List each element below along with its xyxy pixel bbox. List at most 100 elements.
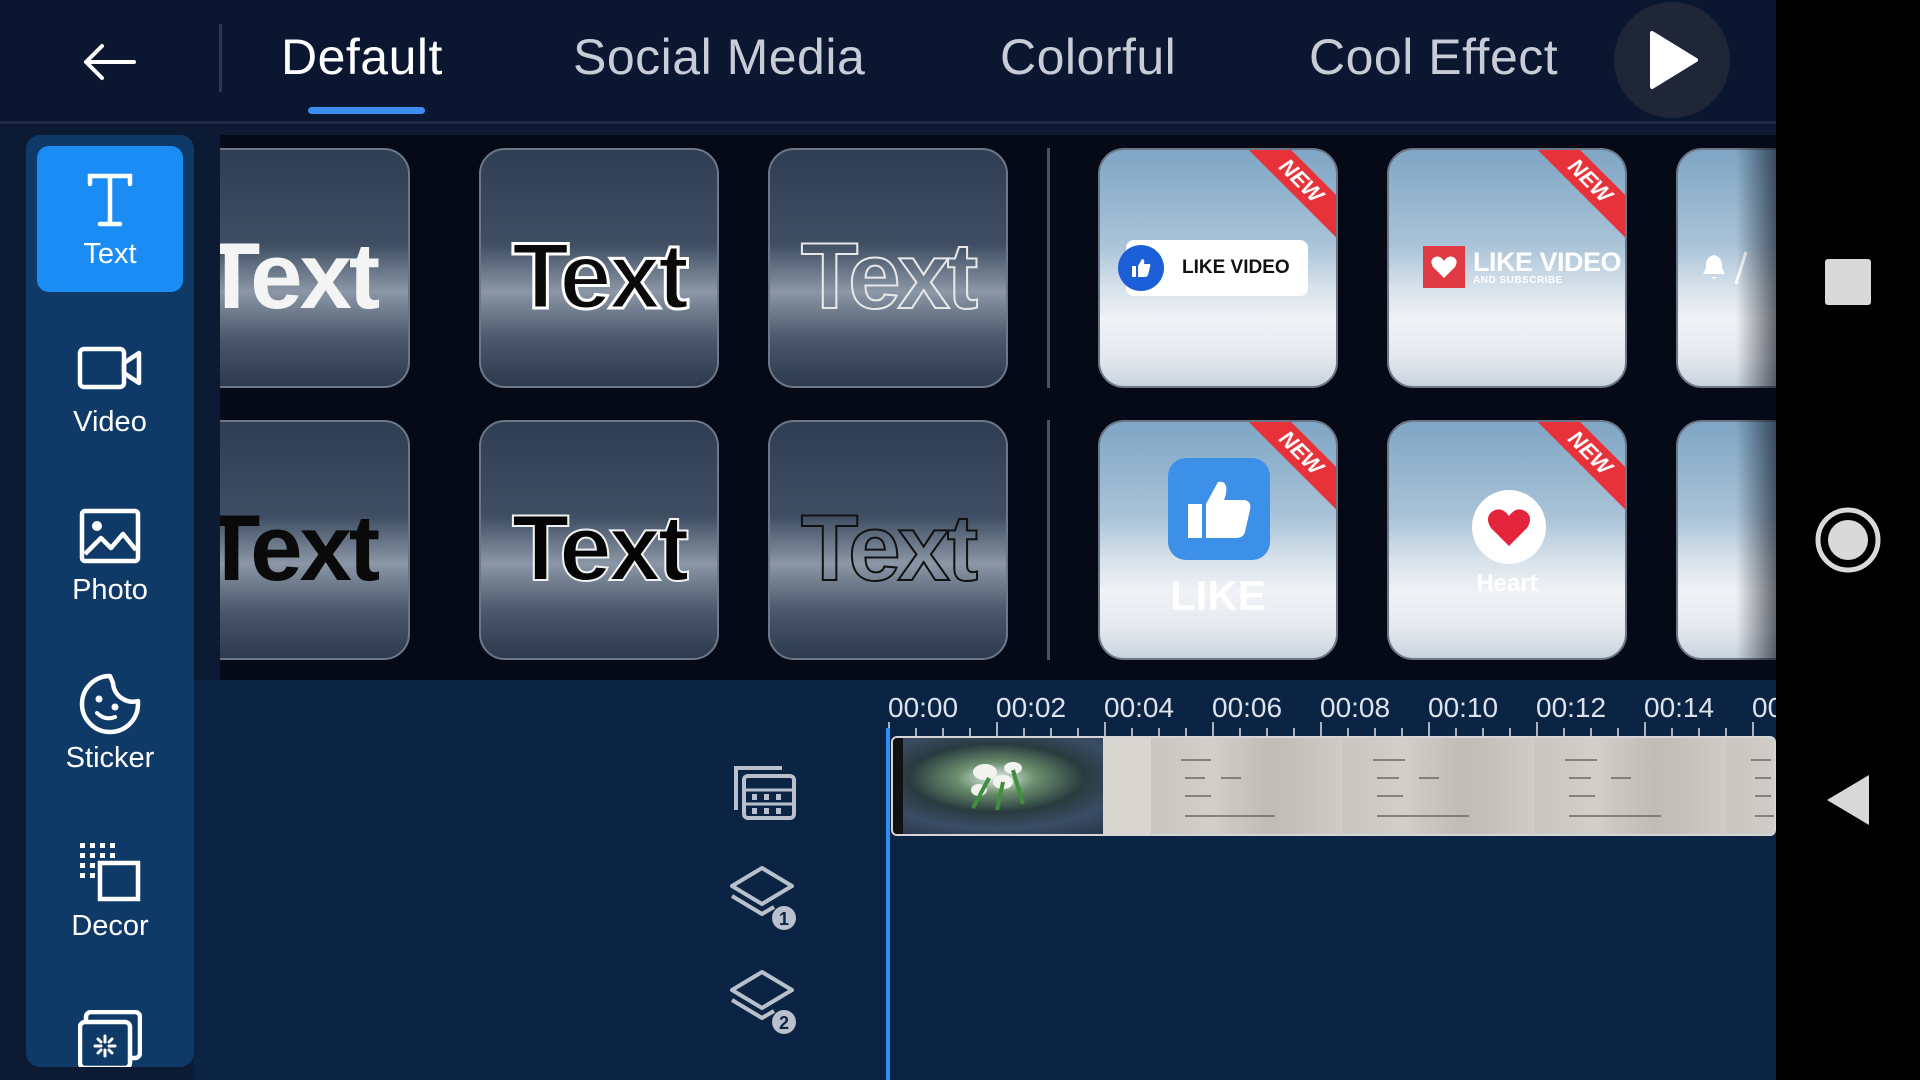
video-editor-app: Default Social Media Colorful Cool Effec… (0, 0, 1776, 1080)
layer-2-icon[interactable]: 2 (730, 966, 800, 1036)
sidebar-item-sticker[interactable]: Sticker (37, 650, 183, 796)
system-nav-bar (1776, 0, 1920, 1080)
sidebar-item-label: Text (83, 238, 137, 270)
tab-default[interactable]: Default (281, 28, 443, 86)
social-template-like-video[interactable]: NEW LIKE VIDEO (1098, 148, 1338, 388)
top-bar: Default Social Media Colorful Cool Effec… (0, 0, 1776, 124)
ruler-label: 00:04 (1104, 692, 1175, 723)
sidebar-item-label: Decor (71, 910, 149, 942)
like-video-label: LIKE VIDEO (1473, 246, 1622, 277)
effect-icon (75, 1008, 145, 1067)
ruler-label: 00 (1752, 692, 1776, 723)
ruler-tick (1320, 722, 1322, 736)
arrow-left-icon (84, 44, 136, 80)
decor-icon (75, 840, 145, 904)
clip-thumbnail (893, 738, 1151, 834)
sidebar-item-effect[interactable] (37, 986, 183, 1067)
play-button[interactable] (1614, 2, 1730, 118)
ruler-tick (1212, 722, 1214, 736)
sidebar-item-decor[interactable]: Decor (37, 818, 183, 964)
ruler-tick (1428, 722, 1430, 736)
ruler-label: 00:12 (1536, 692, 1607, 723)
ruler-label: 00:10 (1428, 692, 1499, 723)
ruler-tick (1617, 728, 1619, 736)
ruler-tick (1644, 722, 1646, 736)
ruler-tick (1158, 728, 1160, 736)
like-video-label: LIKE VIDEO (1182, 257, 1290, 278)
template-sample-text: Text (511, 494, 690, 601)
home-button[interactable] (1776, 500, 1920, 580)
back-triangle-icon (1827, 775, 1869, 825)
thumbs-up-icon (1168, 458, 1270, 560)
ruler-tick (1077, 728, 1079, 736)
sidebar-item-video[interactable]: Video (37, 314, 183, 460)
social-template-like[interactable]: NEW LIKE (1098, 420, 1338, 660)
text-template-black-bordered[interactable]: Text (479, 420, 719, 660)
ruler-label: 00:14 (1644, 692, 1715, 723)
new-badge: NEW (1244, 150, 1336, 238)
ruler-tick (1401, 728, 1403, 736)
text-icon (75, 168, 145, 232)
social-template-bell[interactable] (1676, 148, 1776, 388)
template-sample-text: Text (800, 494, 979, 601)
ruler-tick (1374, 728, 1376, 736)
play-icon (1650, 31, 1698, 89)
ruler-label: 00:06 (1212, 692, 1283, 723)
template-sample-text: Text (800, 222, 979, 329)
ruler-tick (969, 728, 971, 736)
sidebar-item-photo[interactable]: Photo (37, 482, 183, 628)
ruler-tick (996, 722, 998, 736)
ruler-tick (1590, 728, 1592, 736)
thumbs-up-icon (1118, 245, 1164, 291)
sidebar-item-text[interactable]: Text (37, 146, 183, 292)
ruler-tick (1671, 728, 1673, 736)
template-sample-text: Text (220, 495, 380, 600)
like-label: LIKE (1170, 572, 1266, 619)
video-track-icon[interactable] (730, 758, 800, 828)
timeline-panel[interactable]: 00:00 00:02 00:04 00:06 00:08 00:10 00:1… (194, 680, 1776, 1080)
sidebar-item-label: Video (73, 406, 147, 438)
template-sample-text: Text (220, 223, 380, 328)
sidebar-item-label: Sticker (65, 742, 155, 774)
recents-button[interactable] (1776, 240, 1920, 324)
ruler-tick (1455, 728, 1457, 736)
tab-colorful[interactable]: Colorful (1000, 28, 1176, 86)
ruler-tick (1104, 722, 1106, 736)
ruler-tick (1239, 728, 1241, 736)
ruler-label: 00:00 (888, 692, 959, 723)
video-clip[interactable] (891, 736, 1776, 836)
text-template-outline-dark[interactable]: Text (768, 420, 1008, 660)
ruler-tick (1536, 722, 1538, 736)
layer-number: 1 (779, 909, 789, 929)
ruler-tick (1050, 728, 1052, 736)
recents-square-icon (1825, 259, 1871, 305)
tab-social-media[interactable]: Social Media (573, 28, 865, 86)
layer-number: 2 (779, 1013, 789, 1033)
ruler-tick (1563, 728, 1565, 736)
back-nav-button[interactable] (1776, 760, 1920, 840)
text-template-outline-white[interactable]: Text (768, 148, 1008, 388)
text-template-plain-white[interactable]: Text (220, 148, 410, 388)
text-template-plain-black[interactable]: Text (220, 420, 410, 660)
like-video-pill: LIKE VIDEO (1118, 240, 1308, 296)
playhead[interactable] (886, 728, 890, 1080)
template-grid: Text Text Text Text Text Text NEW LIKE V… (220, 135, 1776, 680)
text-template-black-outline[interactable]: Text (479, 148, 719, 388)
ruler-tick (1347, 728, 1349, 736)
tab-cool-effect[interactable]: Cool Effect (1309, 28, 1558, 86)
social-template-like-video-subscribe[interactable]: NEW LIKE VIDEO AND SUBSCRIBE (1387, 148, 1627, 388)
social-template-partial[interactable] (1676, 420, 1776, 660)
layer-1-icon[interactable]: 1 (730, 862, 800, 932)
top-divider (219, 24, 222, 92)
social-template-heart[interactable]: NEW Heart (1387, 420, 1627, 660)
heart-icon (1423, 246, 1465, 288)
back-button[interactable] (60, 22, 156, 102)
ruler-label: 00:02 (996, 692, 1067, 723)
ruler-tick (942, 728, 944, 736)
ruler-tick (1509, 728, 1511, 736)
ruler-tick (1185, 728, 1187, 736)
grid-divider (1047, 148, 1050, 388)
ruler-tick (1752, 722, 1754, 736)
bell-icon (1703, 255, 1725, 279)
sidebar: Text Video Photo Sticker Decor (26, 135, 194, 1067)
